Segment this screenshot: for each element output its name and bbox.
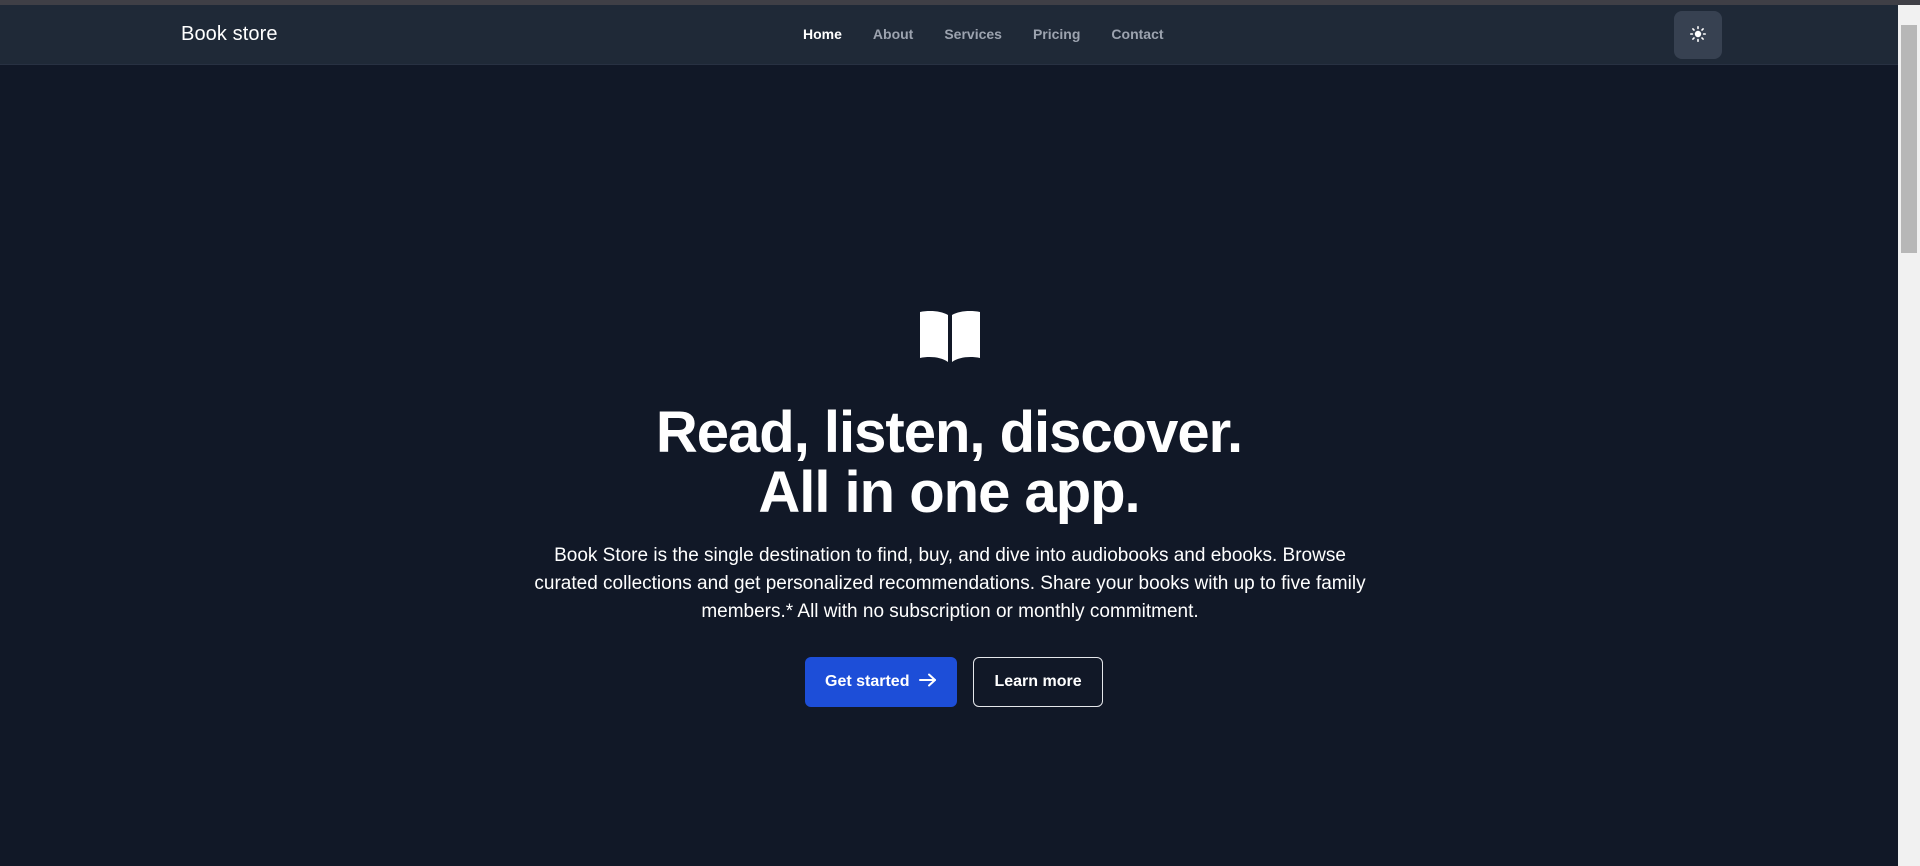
nav-about[interactable]: About: [873, 26, 913, 42]
sun-icon: [1690, 25, 1706, 45]
hero-description: Book Store is the single destination to …: [534, 545, 1366, 622]
scrollbar-thumb[interactable]: [1901, 25, 1917, 253]
nav-services[interactable]: Services: [944, 26, 1002, 42]
hero-headline: Read, listen, discover. All in one app.: [0, 403, 1898, 523]
hero-actions: Get started Learn more: [805, 657, 1103, 707]
hero-headline-line-1: Read, listen, discover.: [655, 400, 1243, 465]
brand-logo-text[interactable]: Book store: [181, 23, 278, 46]
learn-more-button[interactable]: Learn more: [973, 657, 1103, 707]
nav-contact[interactable]: Contact: [1111, 26, 1163, 42]
nav-home[interactable]: Home: [803, 26, 842, 42]
main-nav: Home About Services Pricing Contact: [803, 26, 1195, 42]
get-started-label: Get started: [825, 673, 910, 690]
arrow-right-icon: [919, 673, 937, 692]
navbar: Book store Home About Services Pricing C…: [0, 5, 1898, 65]
hero-headline-line-2: All in one app.: [758, 460, 1140, 525]
open-book-icon: [917, 309, 983, 363]
get-started-button[interactable]: Get started: [805, 657, 958, 707]
page-scrollbar[interactable]: [1898, 5, 1920, 866]
hero-section: Read, listen, discover. All in one app. …: [0, 65, 1898, 866]
nav-pricing[interactable]: Pricing: [1033, 26, 1080, 42]
theme-toggle-button[interactable]: [1674, 11, 1722, 59]
